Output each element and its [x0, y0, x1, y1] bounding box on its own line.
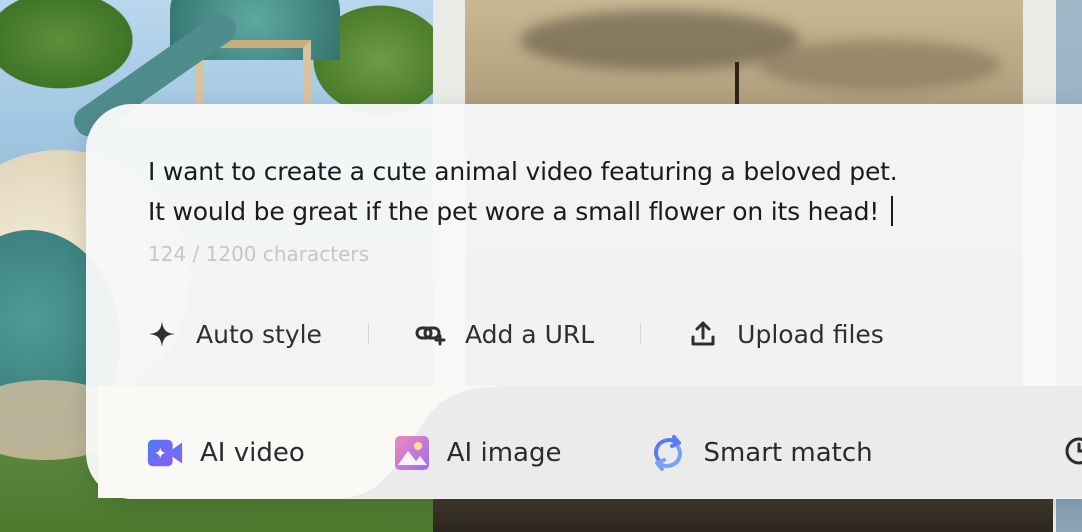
toolbar-divider [640, 324, 642, 344]
background-cloud [760, 40, 1000, 90]
prompt-line-2: It would be great if the pet wore a smal… [148, 192, 1028, 232]
character-counter: 124 / 1200 characters [148, 242, 370, 266]
clock-icon [1064, 437, 1082, 470]
refresh-icon [649, 434, 687, 472]
sparkle-icon [146, 318, 178, 350]
auto-style-label: Auto style [196, 319, 322, 349]
prompt-line-1: I want to create a cute animal video fea… [148, 157, 898, 186]
prompt-line-2-text: It would be great if the pet wore a smal… [148, 197, 880, 226]
tab-ai-image[interactable]: AI image [393, 434, 562, 472]
add-url-label: Add a URL [464, 319, 595, 349]
image-icon [393, 434, 431, 472]
tab-smart-match-label: Smart match [703, 438, 873, 468]
text-cursor [891, 196, 894, 226]
tab-history[interactable] [1064, 436, 1082, 466]
upload-files-button[interactable]: Upload files [687, 318, 884, 350]
link-add-icon [415, 318, 447, 350]
toolbar-divider [367, 324, 369, 344]
prompt-textarea[interactable]: I want to create a cute animal video fea… [148, 152, 1028, 232]
mode-tabs: AI video AI image Smart match [146, 428, 961, 478]
tab-ai-image-label: AI image [446, 438, 562, 468]
prompt-toolbar: Auto style Add a URL Upload files [146, 312, 884, 356]
upload-icon [687, 318, 719, 350]
tab-ai-video-label: AI video [200, 438, 305, 468]
tab-smart-match[interactable]: Smart match [649, 434, 873, 472]
video-camera-icon [146, 434, 184, 472]
add-url-button[interactable]: Add a URL [415, 318, 594, 350]
background-cloud [520, 10, 800, 70]
background-spire [735, 62, 739, 104]
auto-style-button[interactable]: Auto style [146, 318, 322, 350]
upload-files-label: Upload files [737, 319, 884, 349]
tab-ai-video[interactable]: AI video [146, 434, 305, 472]
